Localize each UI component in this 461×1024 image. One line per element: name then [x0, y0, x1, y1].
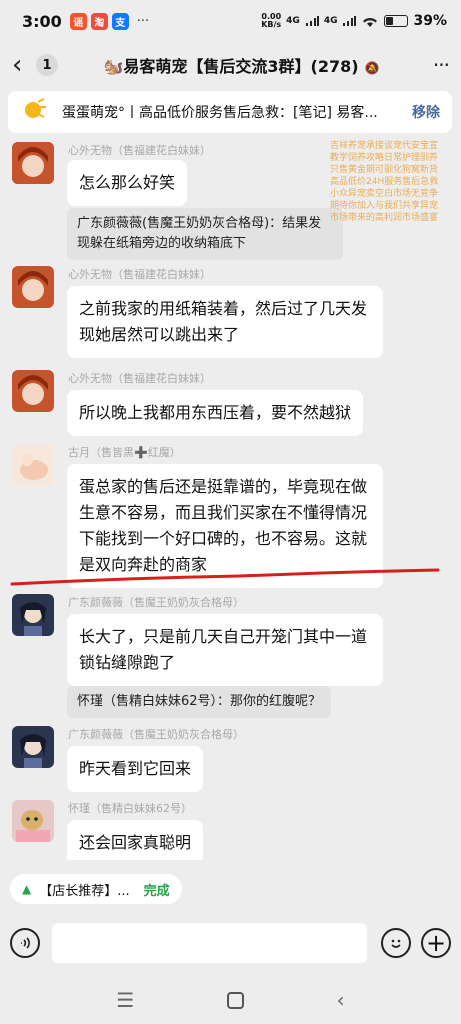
- quoted-message[interactable]: 广东颜薇薇(售魔王奶奶灰合格母)：结果发现躲在纸箱旁边的收纳箱底下: [67, 208, 343, 260]
- pinned-text: 蛋蛋萌宠°丨高品低价服务售后急救：[笔记] 易客...: [62, 105, 378, 121]
- avatar[interactable]: [12, 594, 54, 636]
- app-a-icon: 谣: [69, 12, 87, 30]
- signal-2-label: 4G: [323, 16, 338, 26]
- overlay-line: 小众异宠卖空白市场无竞争: [330, 189, 439, 199]
- store-icon: ▲: [22, 882, 32, 896]
- back-icon[interactable]: ‹: [337, 988, 345, 1012]
- net-speed: 0.00 KB/s: [261, 13, 281, 29]
- app-c-icon: 支: [111, 12, 129, 30]
- message-bubble[interactable]: 怎么那么好笑: [67, 160, 188, 206]
- bell-off-icon: 🔕: [364, 61, 380, 75]
- overlay-line: 吉祥养宠承接谈宠代安宝宣: [330, 141, 439, 151]
- avatar[interactable]: [12, 370, 54, 412]
- message-bubble[interactable]: 之前我家的用纸箱装着，然后过了几天发现她居然可以跳出来了: [67, 286, 383, 358]
- message-bubble[interactable]: 还会回家真聪明: [67, 820, 204, 860]
- overlay-line: 期待你加入与我们共享异宠: [330, 201, 439, 211]
- megaphone-icon: [22, 98, 50, 126]
- unread-badge[interactable]: 1: [36, 54, 58, 76]
- message-bubble[interactable]: 昨天看到它回来: [67, 746, 204, 792]
- sender-name: 心外无物（售福建花白妹妹）: [68, 144, 211, 157]
- remove-pin-button[interactable]: 移除: [412, 102, 440, 122]
- app-b-icon: 淘: [90, 12, 108, 30]
- battery-icon: [384, 15, 409, 27]
- overlay-line: 高品低价24H服务售后急救: [330, 177, 439, 187]
- sender-name: 广东颜薇薇（售魔王奶奶灰合格母）: [68, 728, 244, 741]
- battery-percent: 39%: [413, 13, 447, 29]
- sender-name: 怀瑾（售精白妹妹62号）: [68, 802, 192, 815]
- message-bubble[interactable]: 所以晚上我都用东西压着，要不然越狱: [67, 390, 364, 436]
- net-speed-unit: KB/s: [261, 20, 282, 29]
- overlay-promo-text: 吉祥养宠承接谈宠代安宝宣 教学饲养攻略日常护理驯养 只售黄金期可驯化狗窝新货 高…: [330, 140, 461, 224]
- avatar[interactable]: [12, 444, 54, 486]
- plus-icon[interactable]: +: [421, 928, 451, 958]
- wifi-icon: [363, 18, 378, 27]
- quoted-message[interactable]: 怀瑾（售精白妹妹62号）：那你的红腹呢？: [67, 686, 332, 718]
- message-bubble[interactable]: 长大了，只是前几天自己开笼门其中一道锁钻缝隙跑了: [67, 614, 383, 686]
- overlay-line: 市场带来的高利润市场盛宴: [330, 213, 439, 223]
- input-bar: +: [0, 918, 461, 968]
- recommend-text: 【店长推荐】...: [39, 883, 130, 899]
- message-input[interactable]: [52, 923, 367, 963]
- overlay-line: 教学饲养攻略日常护理驯养: [330, 153, 439, 163]
- sender-name: 心外无物（售福建花白妹妹）: [68, 268, 211, 281]
- avatar[interactable]: [12, 142, 54, 184]
- signal-2-icon: [343, 16, 357, 26]
- status-bar: 3:00 谣 淘 支 ··· 0.00 KB/s 4G 4G 39%: [0, 0, 461, 42]
- status-right: 0.00 KB/s 4G 4G 39%: [261, 13, 447, 30]
- avatar[interactable]: [12, 266, 54, 308]
- avatar[interactable]: [12, 726, 54, 768]
- more-options-button[interactable]: ···: [419, 53, 450, 77]
- recommend-status: 完成: [143, 883, 170, 899]
- chat-messages[interactable]: 心外无物（售福建花白妹妹） 怎么那么好笑 广东颜薇薇(售魔王奶奶灰合格母)：结果…: [0, 140, 461, 860]
- overlay-line: 只售黄金期可驯化狗窝新货: [330, 165, 439, 175]
- emoji-icon[interactable]: [381, 928, 411, 958]
- chevron-left-icon[interactable]: ‹: [12, 50, 34, 80]
- sender-name: 古月（售皆黑➕红魔）: [68, 446, 181, 459]
- chat-title: 🐿️易客萌宠【售后交流3群】(278) 🔕: [58, 53, 419, 77]
- voice-icon[interactable]: [10, 928, 40, 958]
- signal-1-label: 4G: [286, 16, 300, 26]
- home-icon[interactable]: [226, 991, 244, 1009]
- chat-header: ‹ 1 🐿️易客萌宠【售后交流3群】(278) 🔕 ···: [0, 42, 461, 88]
- status-more-icon: ···: [136, 13, 150, 29]
- battery-fill: [386, 17, 394, 25]
- avatar[interactable]: [12, 800, 54, 842]
- sender-name: 广东颜薇薇（售魔王奶奶灰合格母）: [68, 596, 244, 609]
- status-time: 3:00: [22, 11, 62, 31]
- signal-1-icon: [305, 16, 319, 26]
- recommend-chip[interactable]: ▲ 【店长推荐】... 完成: [10, 874, 182, 904]
- system-nav-bar: ☰ ‹: [0, 976, 461, 1024]
- menu-icon[interactable]: ☰: [116, 988, 134, 1012]
- sender-name: 心外无物（售福建花白妹妹）: [68, 372, 211, 385]
- chat-title-text: 🐿️易客萌宠【售后交流3群】(278): [103, 57, 359, 76]
- red-underline-annotation: [10, 568, 440, 586]
- pinned-announcement[interactable]: 蛋蛋萌宠°丨高品低价服务售后急救：[笔记] 易客... 移除: [8, 91, 452, 133]
